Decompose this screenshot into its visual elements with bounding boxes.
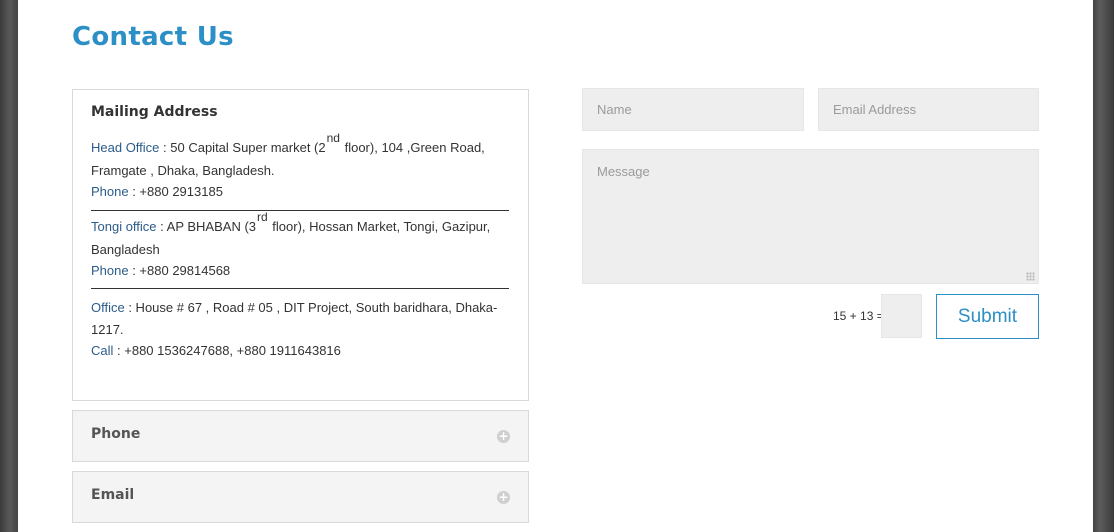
accordion-phone[interactable]: Phone + [72, 410, 529, 462]
office-label: Office [91, 300, 125, 315]
divider [91, 210, 509, 211]
office-call-label: Call [91, 343, 114, 358]
mailing-address-box: Mailing Address Head Office : 50 Capital… [72, 89, 529, 401]
captcha-answer-input[interactable] [881, 294, 922, 338]
tongi-office-address-a: : AP BHABAN (3 [156, 219, 256, 234]
tongi-office-label: Tongi office [91, 219, 157, 234]
head-office-block: Head Office : 50 Capital Super market (2… [91, 131, 511, 203]
tongi-office-floor-suffix: rd [257, 210, 268, 224]
tongi-office-phone-value: : +880 29814568 [128, 263, 231, 278]
name-input[interactable] [582, 88, 804, 131]
head-office-phone-label: Phone [91, 184, 129, 199]
office-address: : House # 67 , Road # 05 , DIT Project, … [91, 300, 498, 337]
captcha-question: 15 + 13 = [833, 309, 884, 323]
accordion-email[interactable]: Email + [72, 471, 529, 523]
plus-circle-icon[interactable]: + [497, 491, 510, 504]
divider [91, 288, 509, 289]
page-title: Contact Us [72, 22, 234, 52]
message-textarea[interactable] [582, 149, 1039, 284]
content-panel: Contact Us Mailing Address Head Office :… [18, 0, 1093, 532]
accordion-email-title: Email [91, 487, 135, 503]
mailing-address-heading: Mailing Address [91, 104, 218, 120]
tongi-office-phone-label: Phone [91, 263, 129, 278]
head-office-address-a: : 50 Capital Super market (2 [159, 140, 326, 155]
tongi-office-block: Tongi office : AP BHABAN (3rd floor), Ho… [91, 210, 511, 282]
office-block: Office : House # 67 , Road # 05 , DIT Pr… [91, 297, 511, 362]
email-input[interactable] [818, 88, 1039, 131]
resize-grip-icon[interactable] [1026, 272, 1035, 281]
head-office-floor-suffix: nd [326, 131, 340, 145]
office-call-value: : +880 1536247688, +880 1911643816 [113, 343, 341, 358]
head-office-phone-value: : +880 2913185 [128, 184, 223, 199]
plus-circle-icon[interactable]: + [497, 430, 510, 443]
submit-button[interactable]: Submit [936, 294, 1039, 339]
head-office-label: Head Office [91, 140, 160, 155]
accordion-phone-title: Phone [91, 426, 141, 442]
